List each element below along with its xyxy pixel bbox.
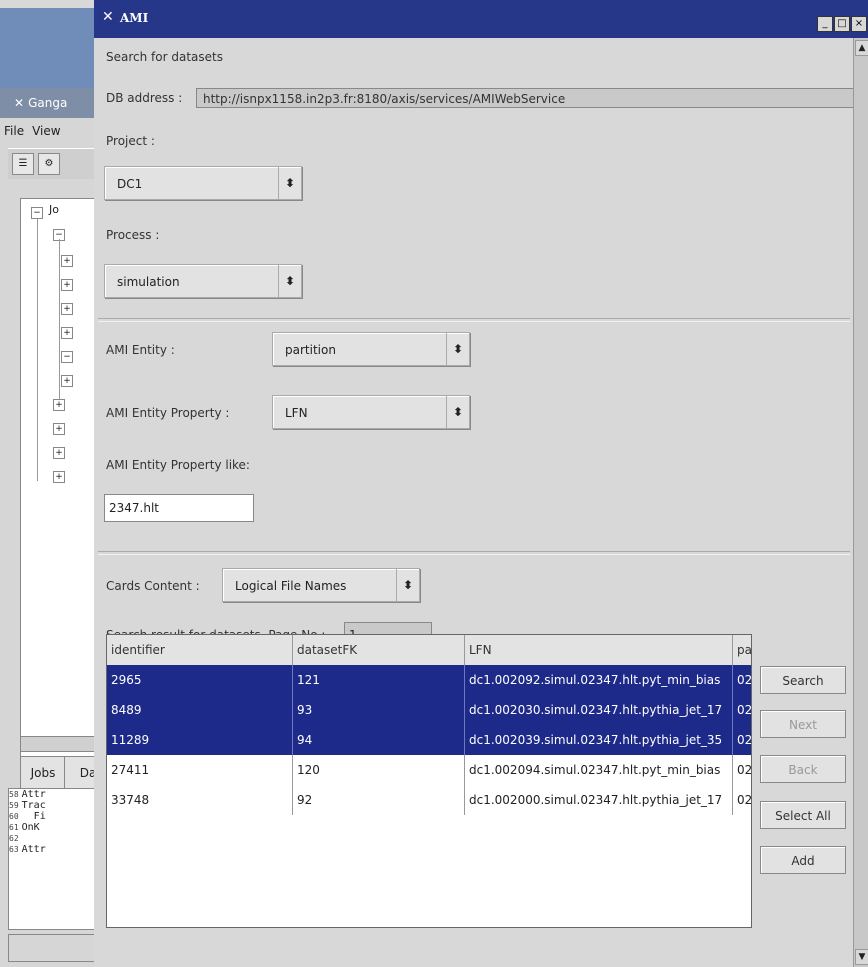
cell-datasetfk: 92 [293, 785, 465, 815]
spinner-icon: ⬍ [396, 569, 419, 601]
cell-datasetfk: 121 [293, 665, 465, 695]
cell-identifier: 33748 [107, 785, 293, 815]
scroll-down-icon[interactable]: ▼ [855, 949, 868, 965]
cell-pa: 02 [733, 725, 751, 755]
column-header-identifier[interactable]: identifier [107, 635, 293, 665]
table-row[interactable]: 27411 120 dc1.002094.simul.02347.hlt.pyt_m… [107, 755, 751, 785]
window-controls: _ □ × [817, 16, 868, 32]
results-table: identifier datasetFK LFN pa 2965 121 dc1.0… [106, 634, 752, 928]
tree-expand-icon[interactable]: + [53, 423, 65, 435]
tree-expand-icon[interactable]: + [53, 447, 65, 459]
process-select[interactable]: simulation ⬍ [104, 264, 302, 298]
cell-identifier: 27411 [107, 755, 293, 785]
scroll-up-icon[interactable]: ▲ [855, 40, 868, 56]
process-value: simulation [117, 275, 180, 289]
table-header: identifier datasetFK LFN pa [107, 635, 751, 666]
column-header-pa[interactable]: pa [733, 635, 751, 665]
project-select[interactable]: DC1 ⬍ [104, 166, 302, 200]
db-address-field[interactable]: http://isnpx1158.in2p3.fr:8180/axis/serv… [196, 88, 856, 108]
cell-identifier: 8489 [107, 695, 293, 725]
x-logo-icon: ✕ [14, 96, 25, 110]
table-row[interactable]: 33748 92 dc1.002000.simul.02347.hlt.pythia… [107, 785, 751, 815]
column-header-lfn[interactable]: LFN [465, 635, 733, 665]
menu-file[interactable]: File [4, 124, 24, 144]
cell-lfn: dc1.002000.simul.02347.hlt.pythia_jet_17 [465, 785, 733, 815]
search-button[interactable]: Search [760, 666, 846, 694]
spinner-icon: ⬍ [446, 396, 469, 428]
table-row[interactable]: 8489 93 dc1.002030.simul.02347.hlt.pythia_… [107, 695, 751, 725]
tree-expand-icon[interactable]: + [61, 255, 73, 267]
ami-entity-property-label: AMI Entity Property : [106, 406, 230, 420]
minimize-icon[interactable]: _ [817, 16, 833, 32]
tree-expand-icon[interactable]: + [53, 471, 65, 483]
cell-lfn: dc1.002039.simul.02347.hlt.pythia_jet_35 [465, 725, 733, 755]
tree-expand-icon[interactable]: + [61, 375, 73, 387]
cell-pa: 02 [733, 785, 751, 815]
cell-datasetfk: 93 [293, 695, 465, 725]
process-label: Process : [106, 228, 160, 242]
table-row[interactable]: 2965 121 dc1.002092.simul.02347.hlt.pyt_mi… [107, 665, 751, 695]
db-address-label: DB address : [106, 91, 183, 105]
cell-lfn: dc1.002092.simul.02347.hlt.pyt_min_bias [465, 665, 733, 695]
separator [98, 551, 850, 555]
heading: Search for datasets [106, 50, 223, 64]
ami-dialog: ✕ AMI _ □ × Search for datasets DB addre… [94, 0, 868, 967]
property-like-label: AMI Entity Property like: [106, 458, 250, 472]
dialog-vertical-scrollbar[interactable]: ▲ ▼ [853, 38, 868, 967]
select-all-button[interactable]: Select All [760, 801, 846, 829]
maximize-icon[interactable]: □ [834, 16, 850, 32]
spinner-icon: ⬍ [446, 333, 469, 365]
column-header-datasetfk[interactable]: datasetFK [293, 635, 465, 665]
add-button[interactable]: Add [760, 846, 846, 874]
separator [98, 318, 850, 322]
tab-jobs[interactable]: Jobs [20, 756, 66, 790]
cell-identifier: 2965 [107, 665, 293, 695]
cards-content-label: Cards Content : [106, 579, 200, 593]
tree-root-label: Jo [49, 203, 59, 216]
table-row[interactable]: 11289 94 dc1.002039.simul.02347.hlt.pythia… [107, 725, 751, 755]
close-icon[interactable]: × [851, 16, 867, 32]
ganga-title: Ganga [28, 96, 68, 110]
menu-view[interactable]: View [32, 124, 60, 144]
tree-expand-icon[interactable]: + [61, 279, 73, 291]
dialog-title: AMI [120, 11, 149, 25]
ganga-toolbar: ☰ ⚙ [8, 148, 108, 179]
cards-content-value: Logical File Names [235, 579, 347, 593]
tree-collapse-icon[interactable]: − [31, 207, 43, 219]
cell-lfn: dc1.002094.simul.02347.hlt.pyt_min_bias [465, 755, 733, 785]
cell-pa: 02 [733, 665, 751, 695]
cell-pa: 02 [733, 695, 751, 725]
cell-datasetfk: 94 [293, 725, 465, 755]
cell-datasetfk: 120 [293, 755, 465, 785]
spinner-icon: ⬍ [278, 167, 301, 199]
ami-entity-label: AMI Entity : [106, 343, 175, 357]
cards-content-select[interactable]: Logical File Names ⬍ [222, 568, 420, 602]
ami-titlebar[interactable]: ✕ AMI _ □ × [94, 0, 868, 38]
tree-expand-icon[interactable]: + [53, 399, 65, 411]
tree-expand-icon[interactable]: + [61, 303, 73, 315]
tree-expand-icon[interactable]: + [61, 327, 73, 339]
spinner-icon: ⬍ [278, 265, 301, 297]
ami-entity-select[interactable]: partition ⬍ [272, 332, 470, 366]
tree-view-icon[interactable]: ☰ [12, 153, 34, 175]
x-logo-icon: ✕ [102, 9, 114, 25]
project-value: DC1 [117, 177, 143, 191]
tree-collapse-icon[interactable]: − [61, 351, 73, 363]
tool-icon[interactable]: ⚙ [38, 153, 60, 175]
property-like-input[interactable]: 2347.hlt [104, 494, 254, 522]
back-button[interactable]: Back [760, 755, 846, 783]
cell-pa: 02 [733, 755, 751, 785]
ami-entity-property-value: LFN [285, 406, 308, 420]
cell-identifier: 11289 [107, 725, 293, 755]
cell-lfn: dc1.002030.simul.02347.hlt.pythia_jet_17 [465, 695, 733, 725]
ami-entity-property-select[interactable]: LFN ⬍ [272, 395, 470, 429]
ami-entity-value: partition [285, 343, 336, 357]
project-label: Project : [106, 134, 155, 148]
next-button[interactable]: Next [760, 710, 846, 738]
